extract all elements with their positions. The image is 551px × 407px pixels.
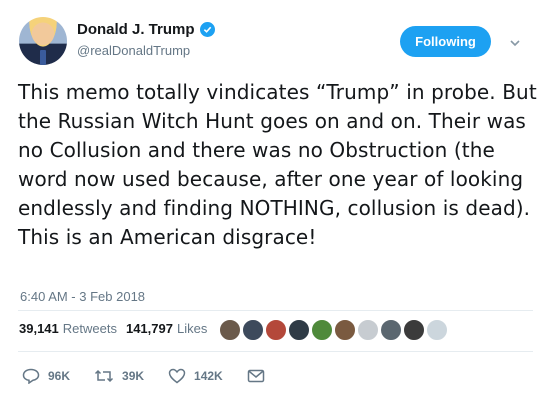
- liker-avatars: [219, 319, 448, 341]
- likes-label[interactable]: Likes: [177, 321, 207, 336]
- reply-button[interactable]: 96K: [22, 368, 70, 384]
- retweet-button[interactable]: 39K: [94, 368, 144, 384]
- liker-avatar[interactable]: [242, 319, 264, 341]
- heart-icon: [168, 368, 186, 384]
- name-row: Donald J. Trump: [77, 21, 215, 38]
- liker-avatar[interactable]: [426, 319, 448, 341]
- liker-avatar[interactable]: [380, 319, 402, 341]
- tweet-text: This memo totally vindicates “Trump” in …: [18, 80, 537, 249]
- reply-count: 96K: [48, 369, 71, 383]
- retweet-icon: [94, 369, 114, 383]
- following-button[interactable]: Following: [400, 26, 491, 57]
- liker-avatar[interactable]: [288, 319, 310, 341]
- reply-icon: [22, 368, 40, 384]
- liker-avatar[interactable]: [403, 319, 425, 341]
- liker-avatar[interactable]: [311, 319, 333, 341]
- liker-avatar[interactable]: [219, 319, 241, 341]
- liker-avatar[interactable]: [357, 319, 379, 341]
- like-count: 142K: [194, 369, 223, 383]
- envelope-icon: [247, 369, 264, 383]
- tweet-card: Donald J. Trump @realDonaldTrump Followi…: [0, 0, 551, 407]
- avatar[interactable]: [19, 17, 67, 65]
- verified-badge-icon: [199, 22, 215, 37]
- tweet-actions: 96K 39K 142K: [22, 368, 289, 384]
- retweets-label[interactable]: Retweets: [63, 321, 117, 336]
- direct-message-button[interactable]: [247, 369, 265, 383]
- likes-count[interactable]: 141,797: [126, 321, 173, 336]
- divider: [18, 351, 533, 352]
- like-button[interactable]: 142K: [168, 368, 223, 384]
- tweet-stats: 39,141 Retweets 141,797 Likes: [19, 321, 216, 336]
- liker-avatar[interactable]: [334, 319, 356, 341]
- divider: [18, 310, 533, 311]
- liker-avatar[interactable]: [265, 319, 287, 341]
- retweets-count[interactable]: 39,141: [19, 321, 59, 336]
- user-handle[interactable]: @realDonaldTrump: [77, 43, 190, 58]
- chevron-down-icon[interactable]: [508, 36, 522, 50]
- display-name[interactable]: Donald J. Trump: [77, 21, 195, 38]
- tweet-timestamp[interactable]: 6:40 AM - 3 Feb 2018: [20, 289, 145, 304]
- retweet-count: 39K: [122, 369, 145, 383]
